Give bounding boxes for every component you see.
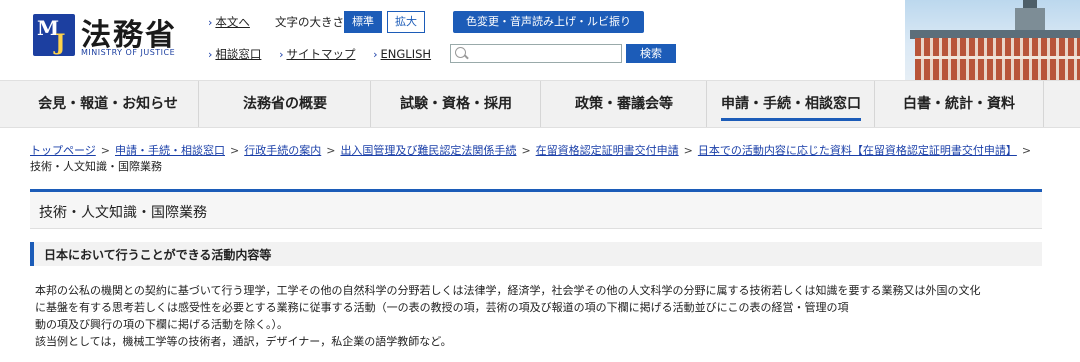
breadcrumb-link[interactable]: 申請・手続・相談窓口 — [115, 144, 225, 157]
site-name-en: MINISTRY OF JUSTICE — [81, 48, 176, 57]
breadcrumb: トップページ > 申請・手続・相談窓口 > 行政手続の案内 > 出入国管理及び難民認定法関係… — [30, 143, 1040, 175]
breadcrumb-link[interactable]: 在留資格認定証明書交付申請 — [536, 144, 679, 157]
nav-item-exams[interactable]: 試験・資格・採用 — [370, 81, 541, 127]
consult-link[interactable]: › 相談窓口 — [208, 46, 261, 62]
body-paragraph: 本邦の公私の機関との契約に基づいて行う理学，工学その他の自然科学の分野若しくは法… — [35, 282, 1045, 350]
breadcrumb-link[interactable]: 出入国管理及び難民認定法関係手続 — [340, 144, 516, 157]
chevron-right-icon: > — [1021, 144, 1032, 157]
chevron-right-icon: › — [208, 16, 213, 29]
font-size-large-button[interactable]: 拡大 — [387, 11, 425, 33]
font-size-standard-button[interactable]: 標準 — [344, 11, 382, 33]
breadcrumb-link[interactable]: 行政手続の案内 — [244, 144, 321, 157]
nav-item-about[interactable]: 法務省の概要 — [198, 81, 371, 127]
chevron-right-icon: › — [208, 48, 213, 61]
chevron-right-icon: › — [373, 48, 378, 61]
search-input[interactable] — [450, 44, 622, 63]
accessibility-button[interactable]: 色変更・音声読み上げ・ルビ振り — [453, 11, 644, 33]
secondary-links: › 相談窓口 › サイトマップ › ENGLISH — [208, 46, 445, 62]
paragraph-line: 本邦の公私の機関との契約に基づいて行う理学，工学その他の自然科学の分野若しくは法… — [35, 284, 981, 297]
utility-bar: › 本文へ 文字の大きさ 標準 拡大 色変更・音声読み上げ・ルビ振り — [208, 11, 644, 34]
section-heading: 日本において行うことができる活動内容等 — [30, 242, 1042, 266]
section-title: 日本において行うことができる活動内容等 — [44, 248, 272, 262]
english-link[interactable]: › ENGLISH — [373, 47, 431, 61]
search-icon — [455, 47, 466, 58]
page-title-box: 技術・人文知識・国際業務 — [30, 189, 1042, 229]
breadcrumb-current: 技術・人文知識・国際業務 — [30, 160, 162, 173]
skip-link[interactable]: › 本文へ — [208, 15, 250, 29]
moj-emblem: MJ — [33, 14, 75, 56]
chevron-right-icon: > — [326, 144, 336, 157]
global-nav: 会見・報道・お知らせ 法務省の概要 試験・資格・採用 政策・審議会等 申請・手続… — [0, 80, 1080, 128]
chevron-right-icon: > — [683, 144, 693, 157]
paragraph-line: 動の項及び興行の項の下欄に掲げる活動を除く。）。 — [35, 318, 288, 331]
breadcrumb-link[interactable]: 日本での活動内容に応じた資料【在留資格認定証明書交付申請】 — [698, 144, 1017, 157]
site-logo[interactable]: MJ 法務省 MINISTRY OF JUSTICE — [33, 14, 183, 62]
paragraph-line: 該当例としては，機械工学等の技術者，通訳，デザイナー，私企業の語学教師など。 — [35, 335, 452, 348]
nav-item-applications[interactable]: 申請・手続・相談窓口 — [706, 81, 875, 127]
nav-item-press[interactable]: 会見・報道・お知らせ — [18, 81, 198, 127]
chevron-right-icon: > — [230, 144, 240, 157]
page-title: 技術・人文知識・国際業務 — [39, 205, 207, 221]
font-size-label: 文字の大きさ — [275, 15, 344, 29]
chevron-right-icon: > — [521, 144, 531, 157]
ministry-building-image — [905, 0, 1080, 80]
site-header: MJ 法務省 MINISTRY OF JUSTICE › 本文へ 文字の大きさ 標… — [0, 0, 1080, 80]
nav-item-policy[interactable]: 政策・審議会等 — [540, 81, 707, 127]
nav-item-whitepapers[interactable]: 白書・統計・資料 — [874, 81, 1044, 127]
search-button[interactable]: 検索 — [626, 44, 676, 63]
sitemap-link[interactable]: › サイトマップ — [279, 46, 355, 62]
breadcrumb-link[interactable]: トップページ — [30, 144, 96, 157]
chevron-right-icon: › — [279, 48, 284, 61]
chevron-right-icon: > — [100, 144, 110, 157]
paragraph-line: に基盤を有する思考若しくは感受性を必要とする業務に従事する活動（一の表の教授の項… — [35, 301, 849, 314]
